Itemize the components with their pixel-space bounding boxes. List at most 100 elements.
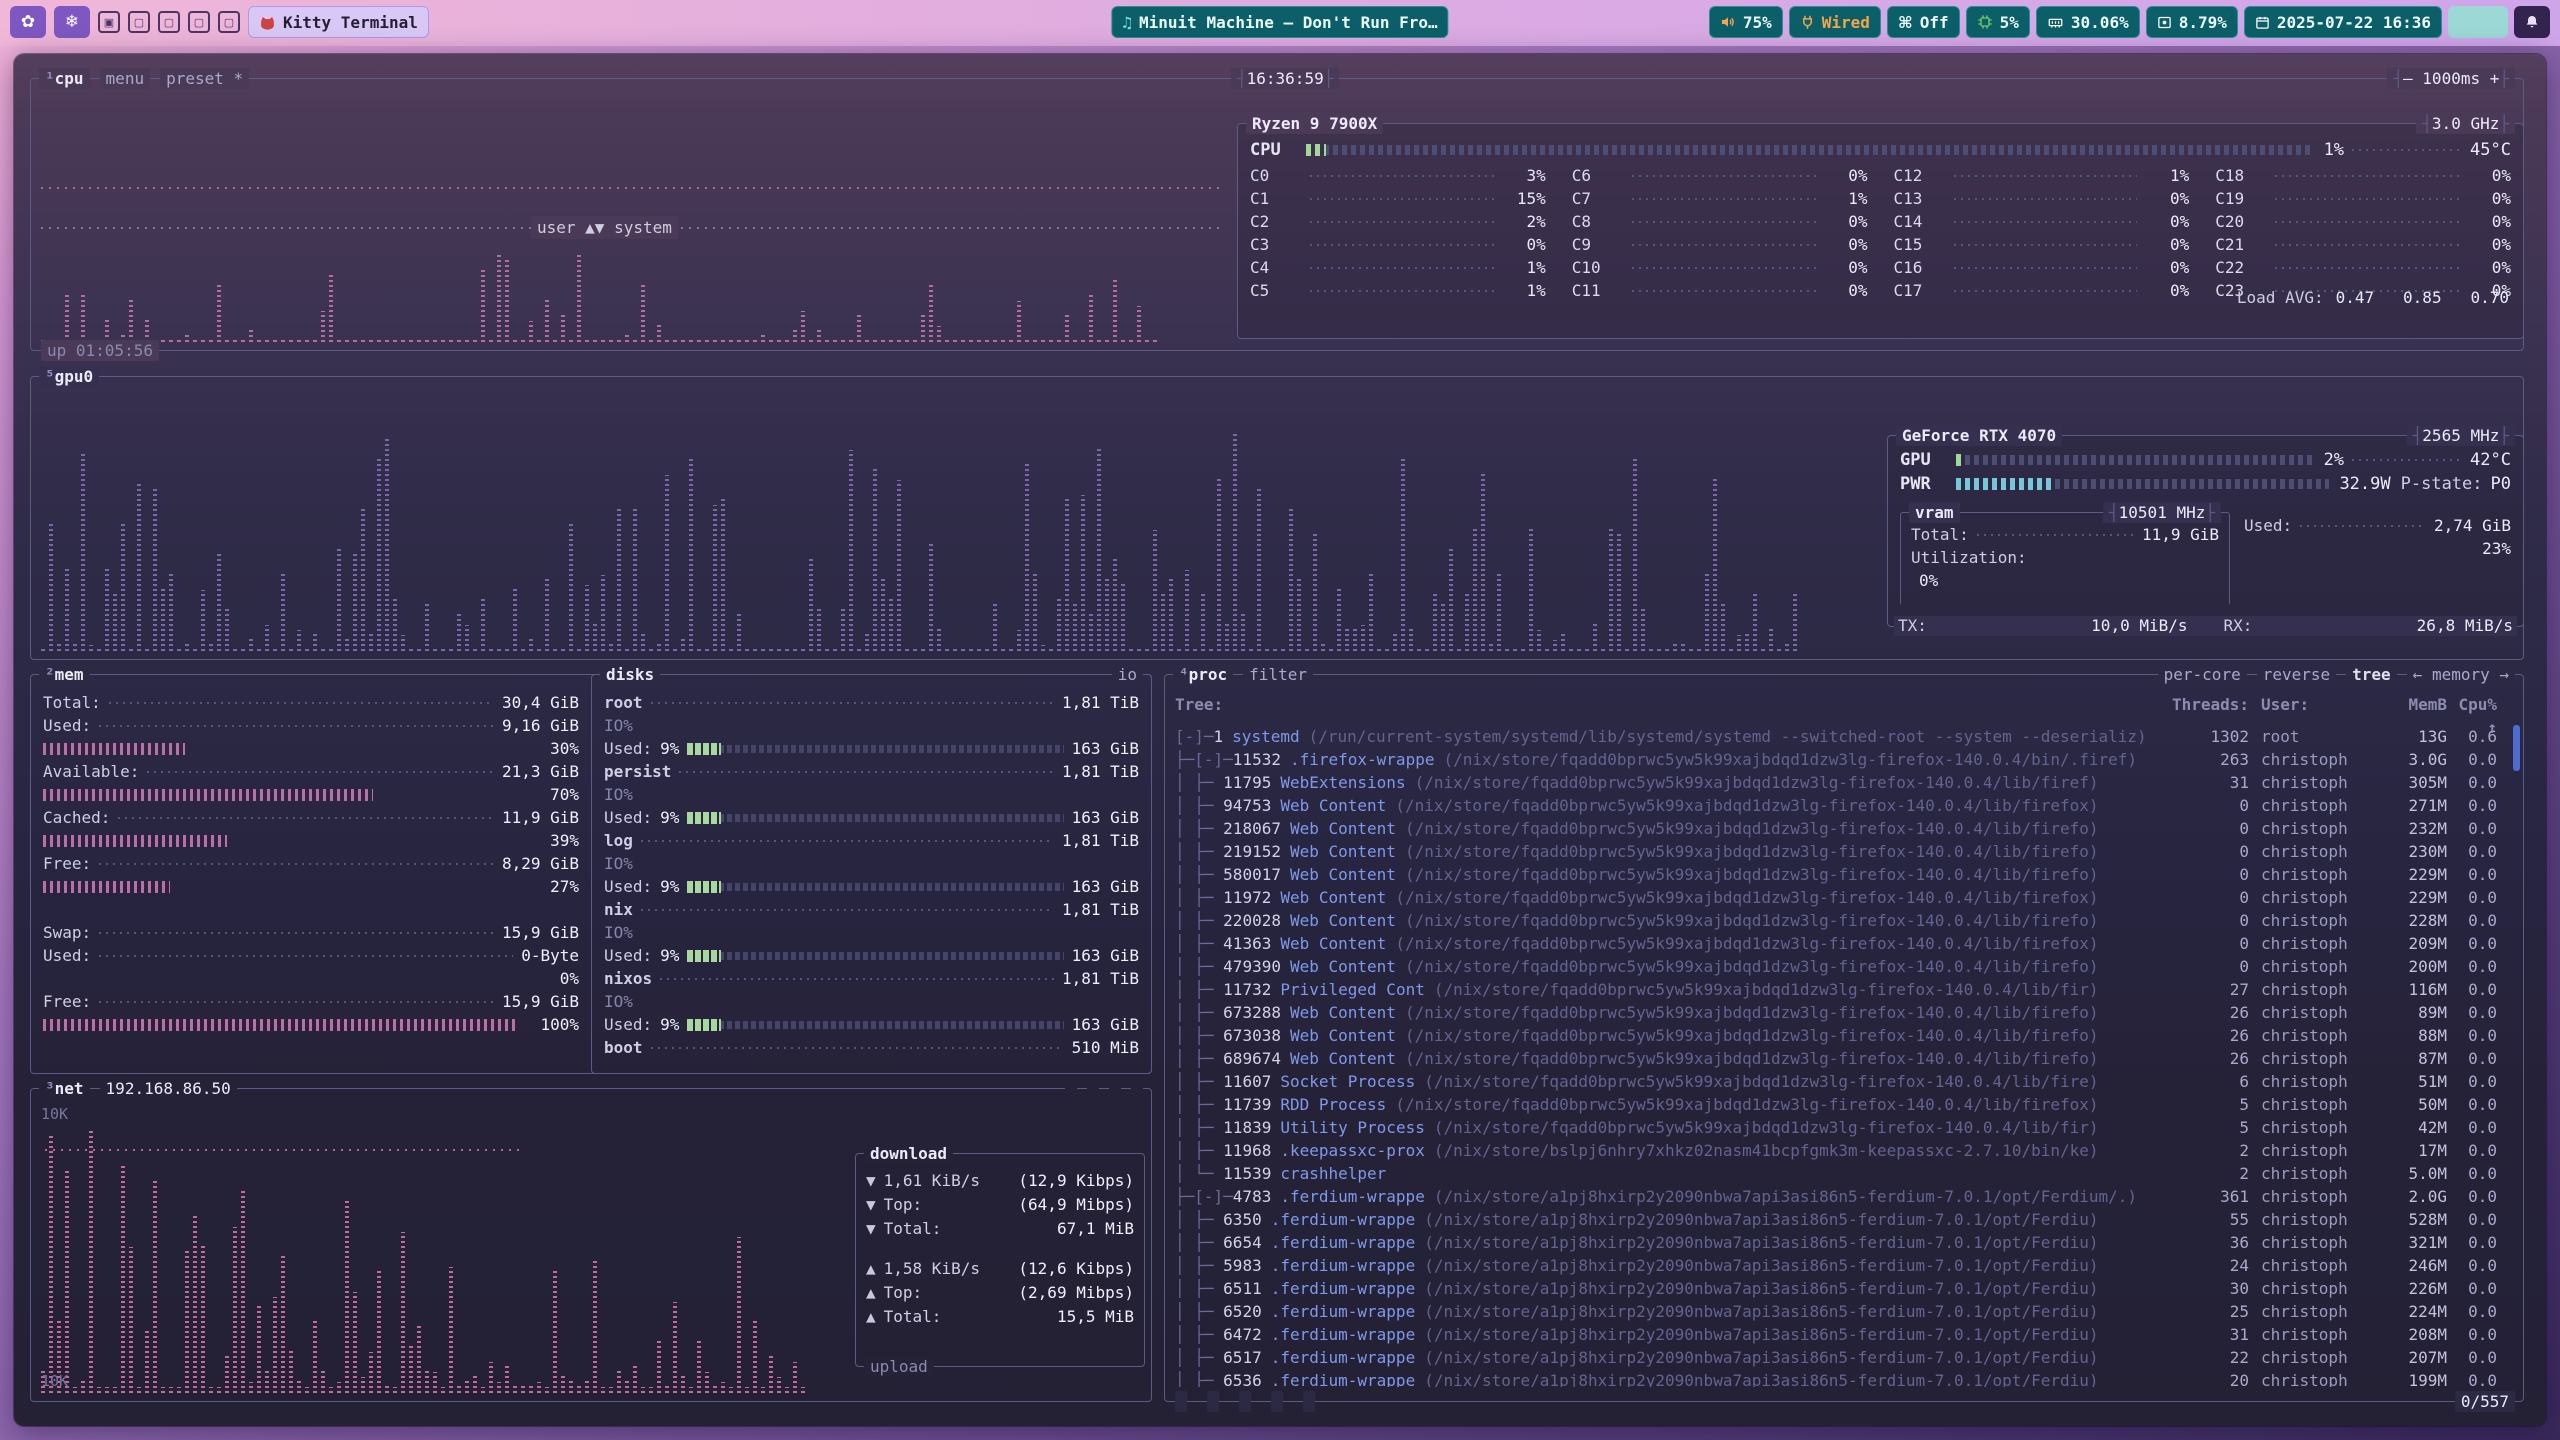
io-mode-button[interactable]: io (1112, 664, 1143, 685)
mem-panel-title[interactable]: ²mem (39, 664, 90, 685)
process-row[interactable]: │ ├─ 220028Web Content(/nix/store/fqadd0… (1175, 909, 2513, 932)
proc-panel-title[interactable]: ⁴proc (1173, 664, 1233, 685)
process-row[interactable]: │ ├─ 219152Web Content(/nix/store/fqadd0… (1175, 840, 2513, 863)
process-row[interactable]: │ ├─ 6520.ferdium-wrappe(/nix/store/a1pj… (1175, 1300, 2513, 1323)
process-pid: 11739 (1223, 1093, 1271, 1116)
reverse-toggle[interactable]: reverse (2257, 664, 2336, 685)
process-row[interactable]: │ ├─ 41363Web Content(/nix/store/fqadd0b… (1175, 932, 2513, 955)
process-user: christoph (2249, 909, 2371, 932)
process-row[interactable]: │ ├─ 11739RDD Process(/nix/store/fqadd0b… (1175, 1093, 2513, 1116)
process-row[interactable]: ├─[-]─11532.firefox-wrappe(/nix/store/fq… (1175, 748, 2513, 771)
process-command: (/nix/store/fqadd0bprwc5yw5k99xajbdqd1dz… (1443, 748, 2169, 771)
sort-column-selector[interactable]: ← memory → (2407, 664, 2515, 685)
filter-button[interactable]: filter (1243, 664, 1313, 685)
disk-name: nixos (604, 967, 652, 990)
tree-branch: │ ├─ (1175, 1208, 1223, 1231)
disk-entry: boot 510 MiB (604, 1036, 1139, 1059)
kitty-terminal-window[interactable]: ¹cpu menu preset * 16:36:59 – 1000ms + u… (14, 54, 2546, 1426)
col-cpu[interactable]: Cpu% ↑ (2447, 693, 2513, 739)
gpu-network-io: TX:10,0 MiB/s RX:26,8 MiB/s (1894, 616, 2517, 636)
notifications-button[interactable] (2514, 6, 2550, 38)
tree-toggle[interactable]: tree (2346, 664, 2397, 685)
net-panel-title[interactable]: ³net (39, 1078, 90, 1099)
proc-footer-action[interactable] (1175, 1391, 1187, 1412)
network-chip[interactable]: Wired (1789, 6, 1881, 38)
process-row[interactable]: │ ├─ 11607Socket Process(/nix/store/fqad… (1175, 1070, 2513, 1093)
process-threads: 31 (2169, 771, 2249, 794)
proc-footer-action[interactable] (1239, 1391, 1251, 1412)
ip-address: 192.168.86.50 (100, 1078, 237, 1099)
disk-icon (2157, 15, 2172, 30)
music-chip[interactable]: ♫ Minuit Machine – Don't Run Fro… (1111, 6, 1448, 38)
workspace-button[interactable]: ▢ (218, 11, 240, 33)
process-command: (/nix/store/fqadd0bprwc5yw5k99xajbdqd1dz… (1405, 817, 2169, 840)
proc-footer-action[interactable] (1303, 1391, 1315, 1412)
process-row[interactable]: │ ├─ 580017Web Content(/nix/store/fqadd0… (1175, 863, 2513, 886)
update-interval-control[interactable]: – 1000ms + (2387, 68, 2515, 89)
disk-used-size: 163 GiB (1072, 944, 1139, 967)
process-row[interactable]: │ ├─ 673288Web Content(/nix/store/fqadd0… (1175, 1001, 2513, 1024)
net-option-button[interactable] (1131, 1078, 1143, 1099)
disk-name: nix (604, 898, 633, 921)
tx-value: 10,0 MiB/s (2091, 616, 2187, 636)
process-row[interactable]: │ ├─ 673038Web Content(/nix/store/fqadd0… (1175, 1024, 2513, 1047)
col-tree[interactable]: Tree: (1175, 693, 2169, 739)
cpu-chip[interactable]: 5% (1966, 6, 2030, 38)
process-row[interactable]: │ ├─ 6511.ferdium-wrappe(/nix/store/a1pj… (1175, 1277, 2513, 1300)
workspace-button[interactable]: ▢ (128, 11, 150, 33)
process-row[interactable]: │ └─ 11539crashhelper 2 christoph 5.0M 0… (1175, 1162, 2513, 1185)
gpu-panel-title[interactable]: ⁵gpu0 (39, 366, 99, 387)
menu-button[interactable]: menu (100, 68, 151, 89)
workspace-button[interactable]: ▢ (188, 11, 210, 33)
process-row[interactable]: │ ├─ 479390Web Content(/nix/store/fqadd0… (1175, 955, 2513, 978)
process-row[interactable]: │ ├─ 689674Web Content(/nix/store/fqadd0… (1175, 1047, 2513, 1070)
process-row[interactable]: │ ├─ 11795WebExtensions(/nix/store/fqadd… (1175, 771, 2513, 794)
process-row[interactable]: │ ├─ 11972Web Content(/nix/store/fqadd0b… (1175, 886, 2513, 909)
cpu-details-box: Ryzen 9 7900X 3.0 GHz CPU 1% 45°C C0 3% … (1237, 123, 2524, 339)
net-option-button[interactable] (1087, 1078, 1099, 1099)
process-row[interactable]: │ ├─ 11968.keepassxc-prox(/nix/store/bsl… (1175, 1139, 2513, 1162)
process-row[interactable]: │ ├─ 11732Privileged Cont(/nix/store/fqa… (1175, 978, 2513, 1001)
workspace-button[interactable]: ▢ (158, 11, 180, 33)
col-user[interactable]: User: (2249, 693, 2371, 739)
net-option-button[interactable] (1109, 1078, 1121, 1099)
vram-title: vram (1909, 502, 1960, 523)
workspace-button[interactable]: ▣ (98, 11, 120, 33)
preset-button[interactable]: preset * (160, 68, 249, 89)
proc-footer-action[interactable] (1271, 1391, 1283, 1412)
net-option-button[interactable] (1065, 1078, 1077, 1099)
col-memb[interactable]: MemB (2371, 693, 2447, 739)
cpu-panel-title[interactable]: ¹cpu (39, 68, 90, 89)
process-pid: 5983 (1223, 1254, 1262, 1277)
col-threads[interactable]: Threads: (2169, 693, 2249, 739)
process-command: (/nix/store/fqadd0bprwc5yw5k99xajbdqd1dz… (1405, 840, 2169, 863)
process-row[interactable]: │ ├─ 6472.ferdium-wrappe(/nix/store/a1pj… (1175, 1323, 2513, 1346)
disks-title[interactable]: disks (600, 664, 660, 685)
datetime-chip[interactable]: 2025-07-22 16:36 (2244, 6, 2442, 38)
process-row[interactable]: │ ├─ 6517.ferdium-wrappe(/nix/store/a1pj… (1175, 1346, 2513, 1369)
keyboard-chip[interactable]: ⌘ Off (1887, 6, 1960, 38)
window-title-chip[interactable]: Kitty Terminal (248, 6, 429, 38)
disk-chip[interactable]: 8.79% (2146, 6, 2238, 38)
per-core-toggle[interactable]: per-core (2158, 664, 2247, 685)
process-row[interactable]: │ ├─ 6350.ferdium-wrappe(/nix/store/a1pj… (1175, 1208, 2513, 1231)
process-mem: 228M (2371, 909, 2447, 932)
process-user: christoph (2249, 886, 2371, 909)
memory-chip[interactable]: 30.06% (2036, 6, 2140, 38)
volume-chip[interactable]: 75% (1709, 6, 1783, 38)
process-row[interactable]: │ ├─ 218067Web Content(/nix/store/fqadd0… (1175, 817, 2513, 840)
process-row[interactable]: ├─[-]─4783.ferdium-wrappe(/nix/store/a1p… (1175, 1185, 2513, 1208)
system-tray[interactable] (2448, 6, 2508, 38)
launcher-button[interactable]: ✿ (10, 6, 46, 38)
nix-menu-button[interactable]: ❄ (54, 6, 90, 38)
core-row: C8 0% (1572, 210, 1868, 233)
proc-footer-action[interactable] (1207, 1391, 1219, 1412)
vram-total-value: 11,9 GiB (2142, 523, 2219, 546)
process-row[interactable]: │ ├─ 5983.ferdium-wrappe(/nix/store/a1pj… (1175, 1254, 2513, 1277)
process-scrollbar[interactable] (2513, 725, 2520, 771)
process-row[interactable]: │ ├─ 6536.ferdium-wrappe(/nix/store/a1pj… (1175, 1369, 2513, 1387)
process-row[interactable]: │ ├─ 6654.ferdium-wrappe(/nix/store/a1pj… (1175, 1231, 2513, 1254)
tree-branch: ├─[-]─ (1175, 748, 1233, 771)
process-row[interactable]: │ ├─ 94753Web Content(/nix/store/fqadd0b… (1175, 794, 2513, 817)
process-row[interactable]: │ ├─ 11839Utility Process(/nix/store/fqa… (1175, 1116, 2513, 1139)
